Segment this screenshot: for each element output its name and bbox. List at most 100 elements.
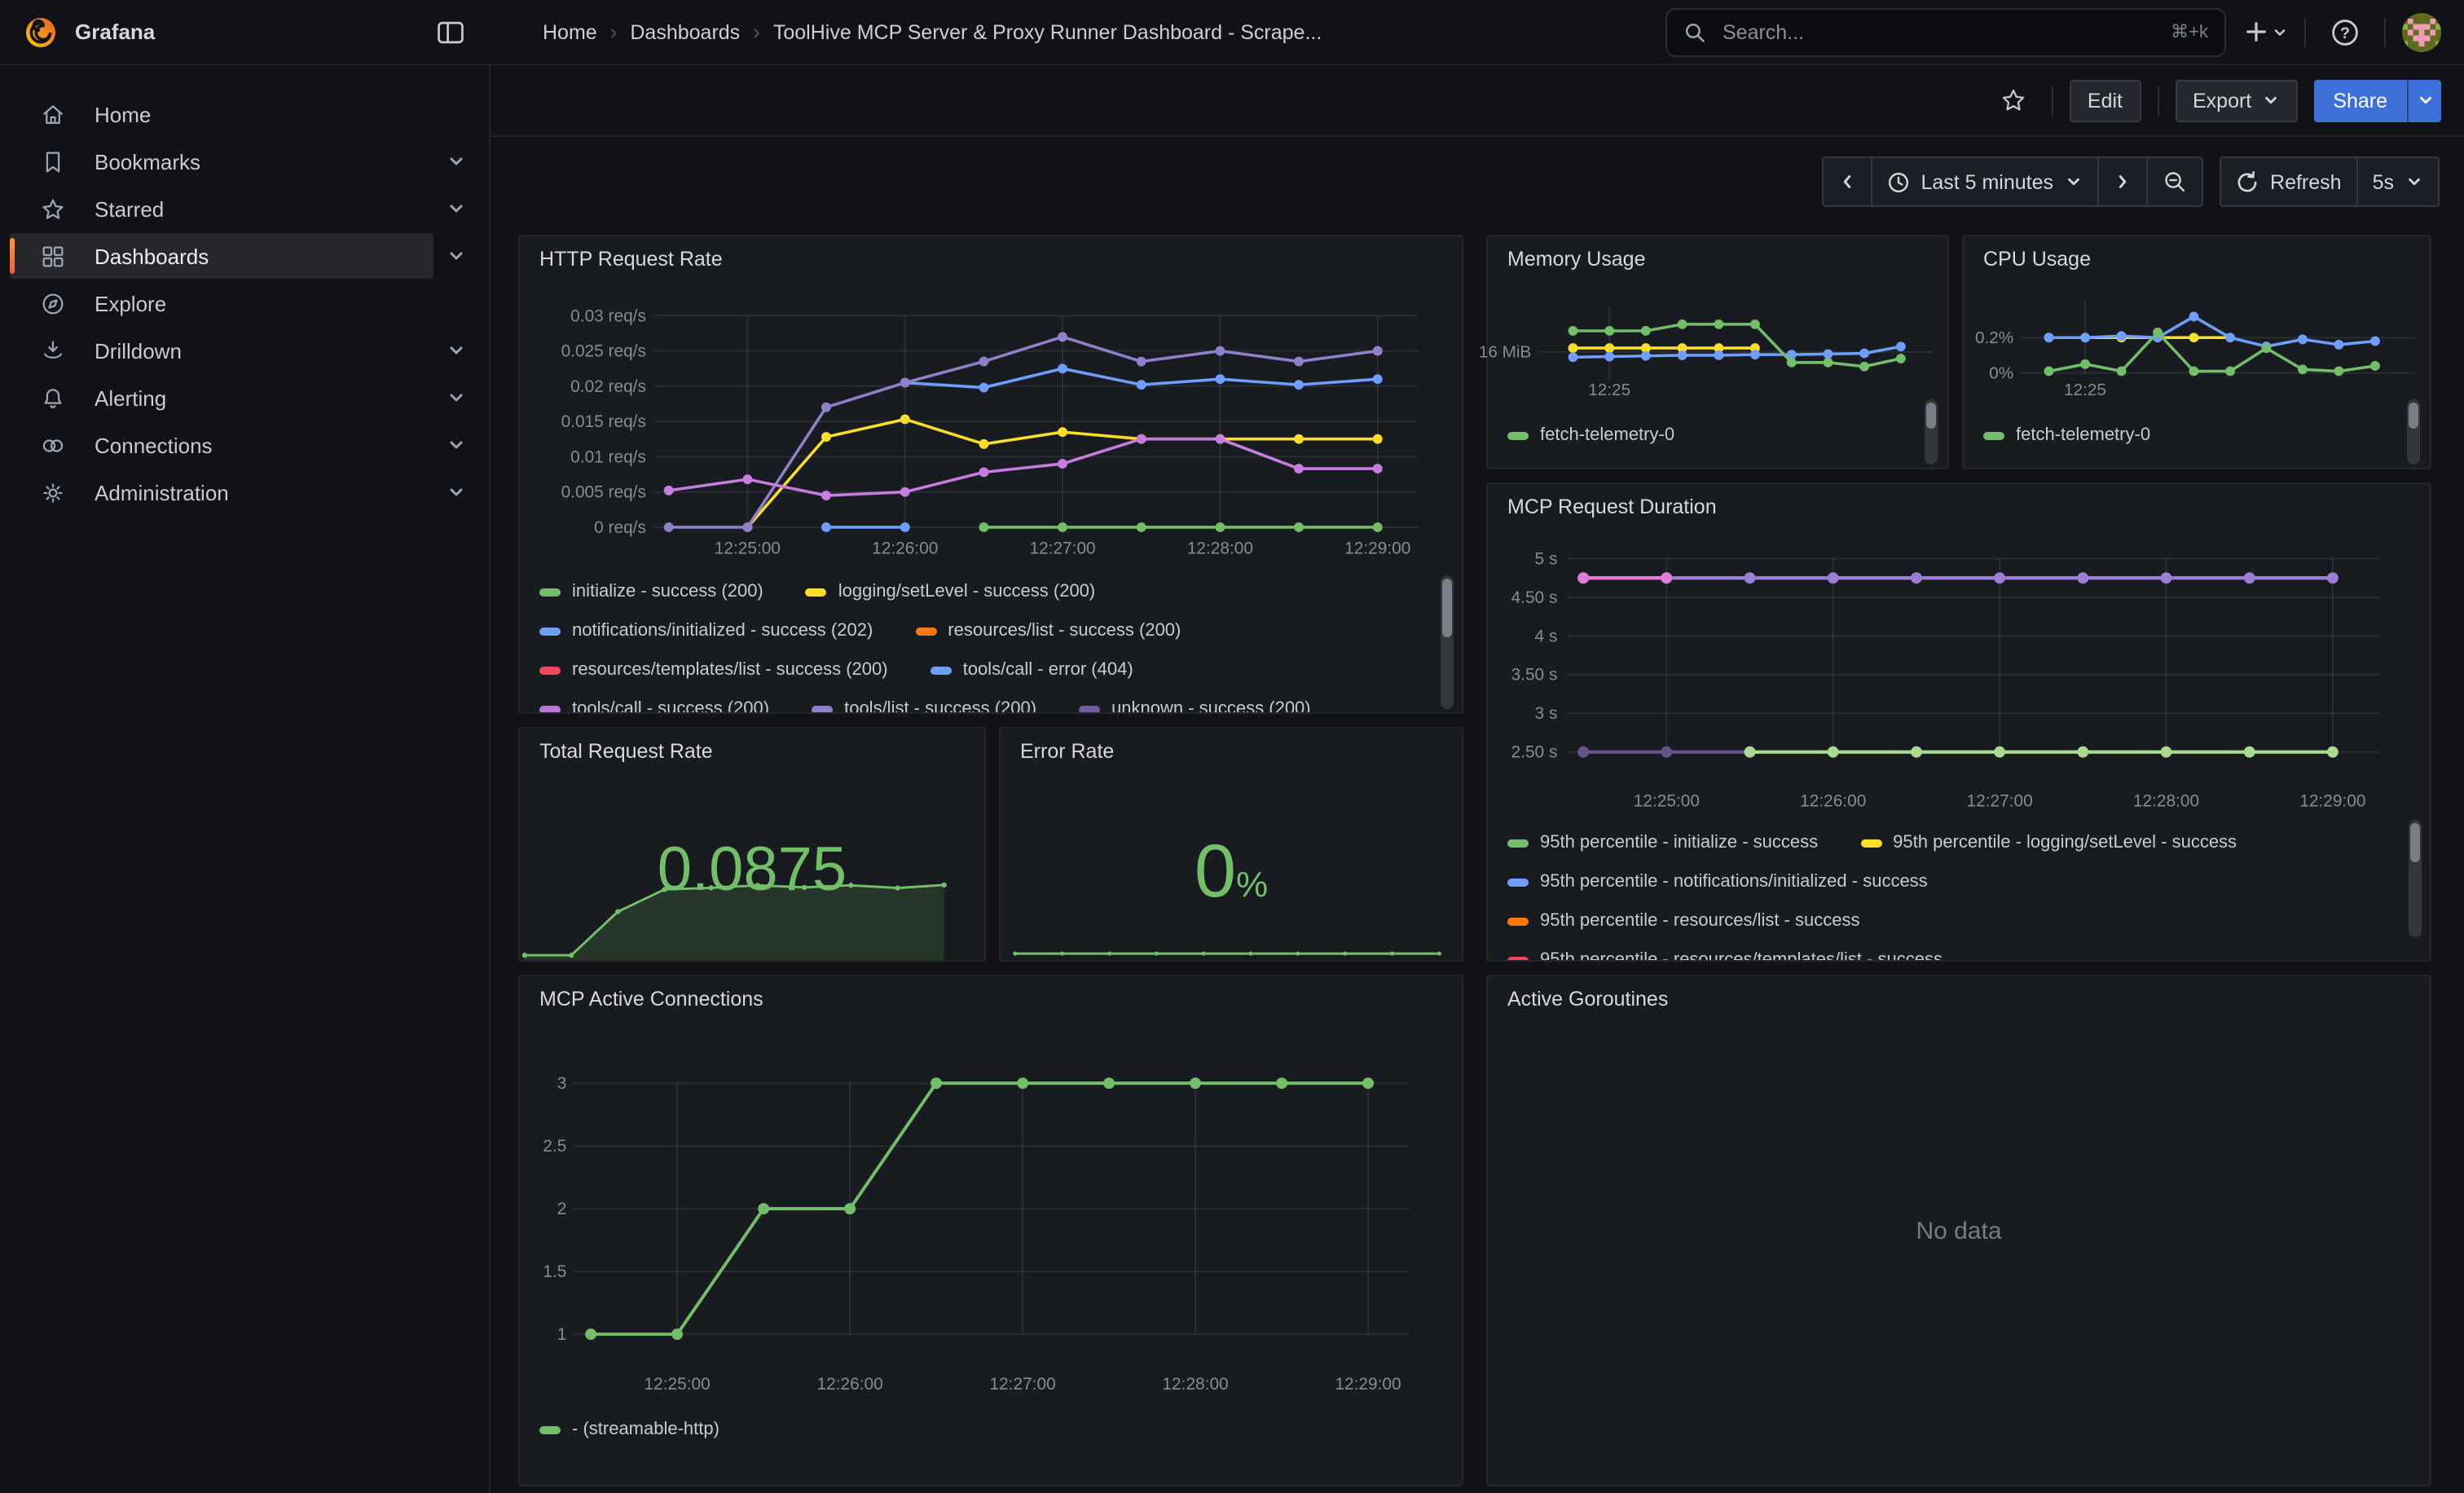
sidebar-link-starred[interactable]: Starred bbox=[10, 186, 433, 231]
svg-text:0.025 req/s: 0.025 req/s bbox=[561, 342, 646, 361]
legend-item[interactable]: tools/list - success (200) bbox=[812, 699, 1036, 712]
panel-title[interactable]: MCP Request Duration bbox=[1507, 495, 1717, 518]
expand-chevron-icon[interactable] bbox=[433, 341, 479, 360]
svg-text:12:29:00: 12:29:00 bbox=[2299, 791, 2365, 810]
top-nav: Grafana Home›Dashboards›ToolHive MCP Ser… bbox=[0, 0, 2464, 65]
expand-chevron-icon[interactable] bbox=[433, 435, 479, 455]
svg-text:2.50 s: 2.50 s bbox=[1511, 743, 1558, 762]
grafana-logo-icon[interactable] bbox=[23, 14, 59, 50]
connections-icon bbox=[33, 431, 72, 459]
panel-title[interactable]: CPU Usage bbox=[1983, 248, 2091, 271]
legend-item[interactable]: 95th percentile - resources/templates/li… bbox=[1507, 950, 1943, 960]
panel-title[interactable]: Active Goroutines bbox=[1507, 988, 1668, 1011]
star-icon bbox=[33, 195, 72, 222]
legend-item[interactable]: tools/call - error (404) bbox=[931, 660, 1133, 680]
expand-chevron-icon[interactable] bbox=[433, 199, 479, 218]
legend-item[interactable]: 95th percentile - notifications/initiali… bbox=[1507, 872, 1928, 892]
legend-item[interactable]: fetch-telemetry-0 bbox=[1507, 425, 1674, 445]
panel-title[interactable]: Total Request Rate bbox=[539, 740, 713, 763]
expand-chevron-icon[interactable] bbox=[433, 152, 479, 171]
time-forward-button[interactable] bbox=[2097, 158, 2146, 205]
panel-active-goroutines: Active Goroutines No data bbox=[1486, 975, 2431, 1486]
sidebar-link-drilldown[interactable]: Drilldown bbox=[10, 328, 433, 373]
error-rate-value: 0% bbox=[1001, 826, 1462, 914]
breadcrumb-item[interactable]: Dashboards bbox=[630, 20, 740, 43]
search-box[interactable]: ⌘+k bbox=[1665, 7, 2226, 56]
legend-item[interactable]: resources/templates/list - success (200) bbox=[539, 660, 888, 680]
svg-text:2: 2 bbox=[557, 1200, 567, 1218]
refresh-button[interactable]: Refresh bbox=[2221, 158, 2356, 205]
panel-http-request-rate: HTTP Request Rate 12:25:0012:26:0012:27:… bbox=[518, 235, 1463, 714]
legend-item[interactable]: unknown - success (200) bbox=[1079, 699, 1311, 712]
legend-scrollbar[interactable] bbox=[1441, 575, 1454, 709]
legend-item[interactable]: - (streamable-http) bbox=[539, 1420, 719, 1439]
sidebar-item-label: Administration bbox=[95, 480, 229, 504]
time-range-picker[interactable]: Last 5 minutes bbox=[1870, 158, 2097, 205]
sidebar-link-dashboards[interactable]: Dashboards bbox=[10, 233, 433, 279]
svg-text:12:25:00: 12:25:00 bbox=[645, 1375, 711, 1394]
svg-text:12:26:00: 12:26:00 bbox=[1800, 791, 1866, 810]
legend-item[interactable]: 95th percentile - initialize - success bbox=[1507, 833, 1818, 852]
export-button[interactable]: Export bbox=[2175, 79, 2297, 121]
bookmark-icon bbox=[33, 148, 72, 175]
sidebar-link-connections[interactable]: Connections bbox=[10, 422, 433, 468]
breadcrumb: Home›Dashboards›ToolHive MCP Server & Pr… bbox=[543, 20, 1322, 44]
cpu-legend: fetch-telemetry-0 bbox=[1983, 416, 2397, 465]
dashboard-toolbar: Edit Export Share bbox=[491, 65, 2464, 137]
drilldown-icon bbox=[33, 337, 72, 364]
svg-text:12:28:00: 12:28:00 bbox=[1187, 539, 1253, 557]
refresh-interval-picker[interactable]: 5s bbox=[2356, 158, 2438, 205]
total-request-rate-value: 0.0875 bbox=[520, 836, 984, 906]
legend-item[interactable]: notifications/initialized - success (202… bbox=[539, 621, 873, 641]
user-avatar[interactable] bbox=[2402, 12, 2441, 51]
http-legend: initialize - success (200) logging/setLev… bbox=[539, 572, 1429, 712]
share-menu-chevron[interactable] bbox=[2407, 79, 2441, 121]
edit-button[interactable]: Edit bbox=[2070, 79, 2141, 121]
star-dashboard-icon[interactable] bbox=[1993, 79, 2035, 121]
svg-text:12:27:00: 12:27:00 bbox=[1967, 791, 2033, 810]
share-button[interactable]: Share bbox=[2313, 79, 2407, 121]
mcp-active-connections-chart[interactable]: 12:25:0012:26:0012:27:0012:28:0012:29:00… bbox=[520, 976, 1462, 1485]
legend-item[interactable]: initialize - success (200) bbox=[539, 582, 763, 601]
time-back-button[interactable] bbox=[1823, 158, 1870, 205]
legend-swatch bbox=[806, 588, 827, 596]
svg-text:0.015 req/s: 0.015 req/s bbox=[561, 412, 646, 431]
sidebar-item-label: Explore bbox=[95, 291, 166, 315]
legend-swatch bbox=[539, 588, 561, 596]
search-input[interactable] bbox=[1719, 19, 2158, 45]
sidebar-item-label: Connections bbox=[95, 433, 213, 457]
legend-item[interactable]: fetch-telemetry-0 bbox=[1983, 425, 2150, 445]
legend-scrollbar[interactable] bbox=[1925, 399, 1938, 465]
sidebar-item-label: Home bbox=[95, 102, 151, 126]
sidebar-item-bookmarks: Bookmarks bbox=[10, 139, 479, 184]
add-button[interactable] bbox=[2242, 9, 2288, 55]
share-button-group: Share bbox=[2313, 79, 2441, 121]
legend-item[interactable]: 95th percentile - resources/list - succe… bbox=[1507, 911, 1860, 931]
legend-scrollbar[interactable] bbox=[2407, 399, 2420, 465]
legend-scrollbar[interactable] bbox=[2409, 820, 2422, 937]
svg-text:12:28:00: 12:28:00 bbox=[1162, 1375, 1228, 1394]
panel-mcp-request-duration: MCP Request Duration 12:25:0012:26:0012:… bbox=[1486, 482, 2431, 962]
sidebar-link-home[interactable]: Home bbox=[10, 91, 433, 137]
expand-chevron-icon[interactable] bbox=[433, 246, 479, 266]
panel-title[interactable]: Memory Usage bbox=[1507, 248, 1646, 271]
sidebar-link-administration[interactable]: Administration bbox=[10, 469, 433, 515]
breadcrumb-item[interactable]: Home bbox=[543, 20, 597, 43]
nav-left: Grafana bbox=[0, 0, 491, 64]
panel-title[interactable]: Error Rate bbox=[1020, 740, 1114, 763]
legend-item[interactable]: resources/list - success (200) bbox=[915, 621, 1181, 641]
sidebar-link-bookmarks[interactable]: Bookmarks bbox=[10, 139, 433, 184]
sidebar-link-explore[interactable]: Explore bbox=[10, 280, 433, 326]
sidebar-link-alerting[interactable]: Alerting bbox=[10, 375, 433, 421]
expand-chevron-icon[interactable] bbox=[433, 388, 479, 407]
legend-item[interactable]: tools/call - success (200) bbox=[539, 699, 769, 712]
zoom-out-button[interactable] bbox=[2146, 158, 2202, 205]
panel-title[interactable]: MCP Active Connections bbox=[539, 988, 763, 1011]
expand-chevron-icon[interactable] bbox=[433, 482, 479, 502]
collapse-sidebar-icon[interactable] bbox=[429, 11, 471, 53]
help-icon[interactable]: ? bbox=[2322, 9, 2368, 55]
svg-text:12:25: 12:25 bbox=[2064, 381, 2106, 399]
legend-item[interactable]: logging/setLevel - success (200) bbox=[806, 582, 1096, 601]
panel-title[interactable]: HTTP Request Rate bbox=[539, 248, 723, 271]
legend-item[interactable]: 95th percentile - logging/setLevel - suc… bbox=[1860, 833, 2237, 852]
